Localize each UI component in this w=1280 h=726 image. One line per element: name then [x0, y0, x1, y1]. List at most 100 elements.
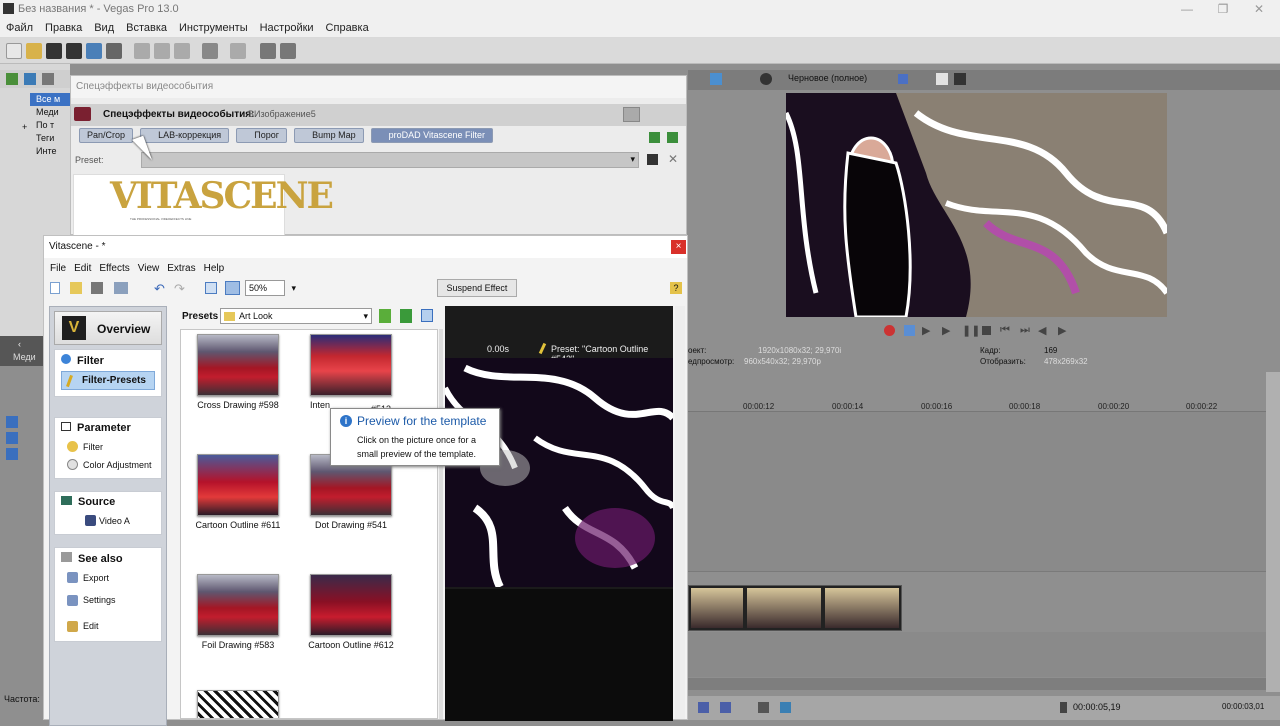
- open-icon[interactable]: [70, 282, 82, 294]
- tree-item[interactable]: Все м: [30, 93, 70, 106]
- copy-snapshot-icon[interactable]: [936, 73, 948, 85]
- envelope-tool-icon[interactable]: [758, 702, 769, 713]
- vt-menu-effects[interactable]: Effects: [95, 261, 133, 277]
- expand-icon[interactable]: +: [22, 122, 27, 132]
- refresh-icon[interactable]: [400, 309, 412, 323]
- stop-icon[interactable]: [982, 326, 991, 335]
- fx-header-button-icon[interactable]: [623, 107, 640, 122]
- cut-icon[interactable]: [134, 43, 150, 59]
- menu-help[interactable]: Справка: [320, 18, 375, 38]
- tree-item[interactable]: Инте: [30, 145, 70, 158]
- vt-menu-extras[interactable]: Extras: [163, 261, 199, 277]
- remove-fx-icon[interactable]: [667, 132, 678, 143]
- redo-icon[interactable]: [230, 43, 246, 59]
- go-to-end-icon[interactable]: ⏭: [1020, 324, 1030, 337]
- preset-item[interactable]: [181, 690, 279, 718]
- vt-menu-view[interactable]: View: [134, 261, 164, 277]
- preset-item[interactable]: Inten: [294, 330, 414, 410]
- edit-tool-icon[interactable]: [720, 702, 731, 713]
- color-adjustment-item[interactable]: Color Adjustment: [55, 456, 161, 478]
- track-header-icon[interactable]: [6, 416, 18, 428]
- mixer-icon[interactable]: [698, 702, 709, 713]
- minimize-button[interactable]: —: [1170, 0, 1204, 18]
- menu-file[interactable]: Файл: [0, 18, 39, 38]
- preset-dropdown[interactable]: ▾: [141, 152, 639, 168]
- preset-category-dropdown[interactable]: Art Look ▾: [220, 308, 372, 324]
- preset-item[interactable]: Foil Drawing #583: [181, 570, 295, 650]
- filter-presets-item[interactable]: Filter-Presets: [61, 371, 155, 390]
- redo-icon[interactable]: ↷: [174, 281, 185, 297]
- save-snapshot-icon[interactable]: [954, 73, 966, 85]
- up-folder-icon[interactable]: [379, 309, 391, 323]
- pause-icon[interactable]: ❚❚: [962, 324, 980, 337]
- vt-menu-help[interactable]: Help: [200, 261, 229, 277]
- go-to-start-icon[interactable]: ⏮: [1000, 324, 1010, 337]
- track-header-icon[interactable]: [6, 432, 18, 444]
- fx-chain-vitascene[interactable]: proDAD Vitascene Filter: [370, 128, 494, 143]
- import-icon[interactable]: [6, 73, 18, 85]
- export-icon[interactable]: [114, 282, 128, 294]
- split-view-icon[interactable]: [225, 281, 240, 295]
- play-from-start-icon[interactable]: ▶: [922, 324, 930, 337]
- copy-icon[interactable]: [154, 43, 170, 59]
- vt-menu-edit[interactable]: Edit: [70, 261, 95, 277]
- scroll-left-icon[interactable]: ‹: [18, 339, 21, 349]
- grid-view-icon[interactable]: [421, 309, 433, 322]
- undo-icon[interactable]: [202, 43, 218, 59]
- add-fx-icon[interactable]: [649, 132, 660, 143]
- capture-icon[interactable]: [24, 73, 36, 85]
- next-frame-icon[interactable]: ▶: [1058, 324, 1066, 337]
- tree-item[interactable]: Меди: [30, 106, 70, 119]
- parameter-filter-item[interactable]: Filter: [55, 438, 161, 456]
- new-icon[interactable]: [6, 43, 22, 59]
- record-icon[interactable]: [884, 325, 895, 336]
- suspend-effect-button[interactable]: Suspend Effect: [437, 279, 517, 297]
- video-a-item[interactable]: Video A: [55, 512, 161, 534]
- vitascene-close-button[interactable]: ×: [671, 240, 686, 254]
- single-view-icon[interactable]: [205, 282, 217, 294]
- selection-tool-icon[interactable]: [780, 702, 791, 713]
- preview-quality-dropdown[interactable]: Черновое (полное): [788, 73, 867, 83]
- tree-item[interactable]: Теги: [30, 132, 70, 145]
- fx-chain-lab[interactable]: LAB-коррекция: [140, 128, 230, 143]
- save-as-icon[interactable]: [66, 43, 82, 59]
- preview-settings-icon[interactable]: [710, 73, 722, 85]
- menu-edit[interactable]: Правка: [39, 18, 88, 38]
- export-item[interactable]: Export: [55, 569, 161, 587]
- video-event[interactable]: [688, 585, 902, 631]
- menu-settings[interactable]: Настройки: [254, 18, 320, 38]
- prev-frame-icon[interactable]: ◀: [1038, 324, 1046, 337]
- menu-view[interactable]: Вид: [88, 18, 120, 38]
- preset-scrollbar[interactable]: [439, 329, 443, 719]
- save-icon[interactable]: [46, 43, 62, 59]
- zoom-select[interactable]: 50% ▾: [245, 280, 296, 296]
- vt-menu-file[interactable]: File: [46, 261, 70, 277]
- edit-item[interactable]: Edit: [55, 609, 161, 641]
- fx-chain-threshold[interactable]: Порог: [236, 128, 287, 143]
- media-tool-icon[interactable]: [42, 73, 54, 85]
- properties-icon[interactable]: [106, 43, 122, 59]
- timeline-scrollbar[interactable]: [688, 678, 1280, 690]
- open-icon[interactable]: [26, 43, 42, 59]
- overview-button[interactable]: V Overview: [54, 311, 162, 345]
- paste-icon[interactable]: [174, 43, 190, 59]
- delete-preset-icon[interactable]: ✕: [668, 152, 678, 166]
- help-icon[interactable]: ?: [670, 282, 682, 294]
- preset-item[interactable]: Cross Drawing #598: [181, 330, 295, 410]
- save-preset-icon[interactable]: [647, 154, 658, 165]
- save-icon[interactable]: [91, 282, 103, 294]
- split-screen-icon[interactable]: [760, 73, 772, 85]
- menu-insert[interactable]: Вставка: [120, 18, 173, 38]
- preview-scrollbar[interactable]: [675, 306, 685, 719]
- tree-item[interactable]: По т: [30, 119, 70, 132]
- undo-icon[interactable]: ↶: [154, 281, 165, 297]
- menu-tools[interactable]: Инструменты: [173, 18, 254, 38]
- render-icon[interactable]: [86, 43, 102, 59]
- vertical-scrollbar[interactable]: [1266, 372, 1280, 692]
- fx-chain-bump-map[interactable]: Bump Map: [294, 128, 364, 143]
- enable-snapping-icon[interactable]: [260, 43, 276, 59]
- media-tab[interactable]: Меди: [13, 352, 36, 362]
- lock-icon[interactable]: [1060, 702, 1067, 713]
- play-icon[interactable]: ▶: [942, 324, 950, 337]
- loop-icon[interactable]: [904, 325, 915, 336]
